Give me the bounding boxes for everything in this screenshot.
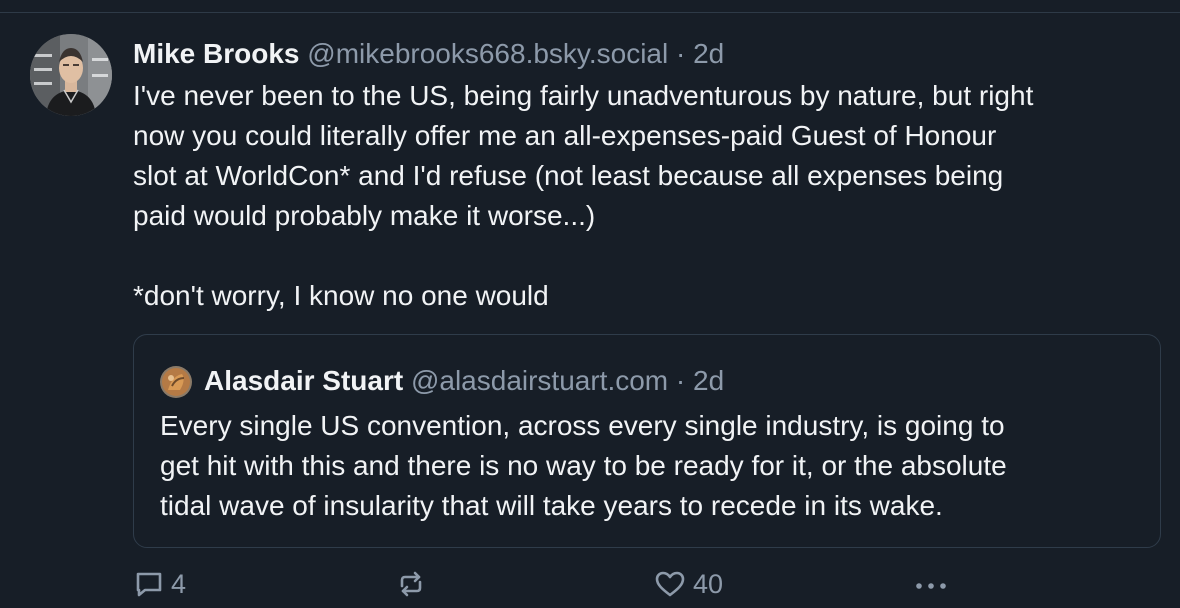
post: Mike Brooks @mikebrooks668.bsky.social ·… bbox=[133, 36, 1173, 316]
post-text-line: paid would probably make it worse...) bbox=[133, 200, 596, 231]
header-separator: · bbox=[676, 38, 686, 69]
post-time[interactable]: 2d bbox=[693, 38, 724, 69]
quote-author-name: Alasdair Stuart bbox=[204, 365, 404, 396]
avatar-image bbox=[30, 34, 112, 116]
post-text-line: now you could literally offer me an all-… bbox=[133, 120, 997, 151]
quote-time: 2d bbox=[693, 365, 725, 396]
quote-avatar-image bbox=[160, 366, 192, 398]
post-actions: 4 40 bbox=[133, 564, 1173, 604]
more-options-button[interactable] bbox=[913, 564, 949, 604]
like-count: 40 bbox=[693, 568, 724, 599]
like-button[interactable]: 40 bbox=[653, 564, 723, 604]
quote-author-avatar bbox=[160, 366, 192, 398]
post-header: Mike Brooks @mikebrooks668.bsky.social ·… bbox=[133, 36, 1173, 72]
post-text: I've never been to the US, being fairly … bbox=[133, 76, 1173, 316]
reply-count: 4 bbox=[171, 568, 187, 599]
quote-text-line: Every single US convention, across every… bbox=[160, 410, 1005, 441]
quote-text-line: get hit with this and there is no way to… bbox=[160, 450, 1007, 481]
repost-button[interactable] bbox=[395, 564, 433, 604]
quote-header-separator: · bbox=[675, 365, 686, 396]
more-icon bbox=[916, 583, 946, 589]
quote-text: Every single US convention, across every… bbox=[160, 406, 1150, 526]
reply-icon bbox=[136, 572, 162, 597]
reply-button[interactable]: 4 bbox=[133, 564, 186, 604]
quote-header: Alasdair Stuart @alasdairstuart.com · 2d bbox=[204, 364, 724, 398]
repost-icon bbox=[400, 571, 422, 597]
quote-text-line: tidal wave of insularity that will take … bbox=[160, 490, 943, 521]
author-handle[interactable]: @mikebrooks668.bsky.social bbox=[307, 38, 668, 69]
author-avatar[interactable] bbox=[30, 34, 112, 116]
quote-author-handle: @alasdairstuart.com bbox=[410, 365, 669, 396]
post-text-line: I've never been to the US, being fairly … bbox=[133, 80, 1034, 111]
post-page: Mike Brooks @mikebrooks668.bsky.social ·… bbox=[0, 0, 1180, 608]
quoted-post[interactable]: Alasdair Stuart @alasdairstuart.com · 2d… bbox=[133, 334, 1161, 548]
post-text-line: slot at WorldCon* and I'd refuse (not le… bbox=[133, 160, 1004, 191]
author-name[interactable]: Mike Brooks bbox=[133, 38, 300, 69]
divider bbox=[0, 12, 1180, 13]
post-footnote: *don't worry, I know no one would bbox=[133, 280, 549, 311]
heart-icon bbox=[655, 571, 685, 597]
